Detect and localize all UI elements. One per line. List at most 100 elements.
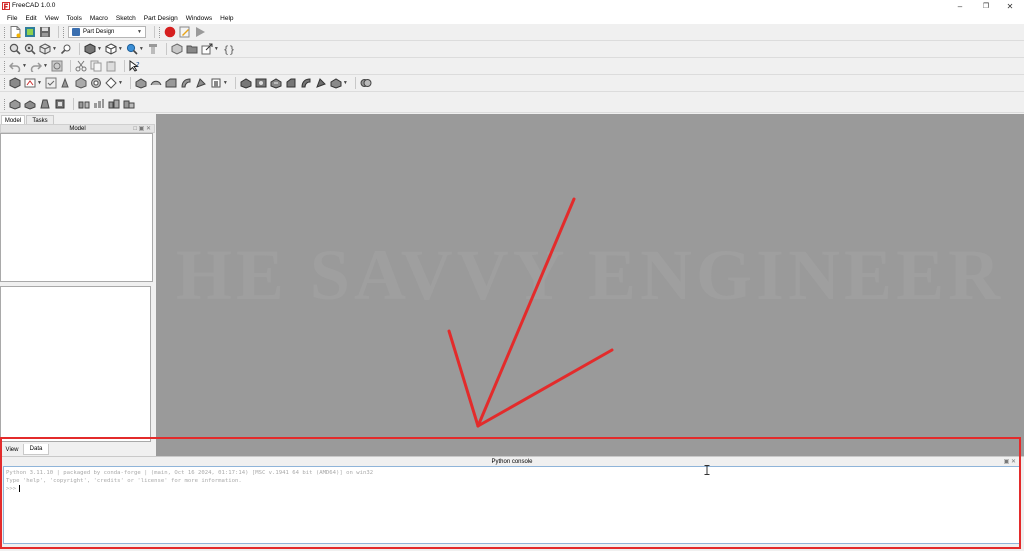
menu-view[interactable]: View	[41, 15, 63, 22]
chevron-down-icon[interactable]: ▼	[118, 80, 123, 86]
menu-tools[interactable]: Tools	[63, 15, 86, 22]
toolbar-grip[interactable]	[4, 77, 6, 89]
datum-plane-icon[interactable]	[105, 77, 117, 89]
create-body-icon[interactable]	[9, 77, 21, 89]
boolean-icon[interactable]	[360, 77, 372, 89]
whats-this-icon[interactable]: ?	[129, 60, 141, 72]
console-line: Python 3.11.10 | packaged by conda-forge…	[6, 470, 374, 476]
subshape-binder-icon[interactable]	[75, 77, 87, 89]
variable-set-icon[interactable]: {}	[222, 43, 234, 55]
sketch-icon[interactable]	[147, 43, 159, 55]
paste-icon[interactable]	[105, 60, 117, 72]
chevron-down-icon[interactable]: ▼	[22, 63, 27, 69]
part-icon[interactable]	[171, 43, 183, 55]
measure-icon[interactable]	[126, 43, 138, 55]
subtractive-primitive-icon[interactable]	[330, 77, 342, 89]
menu-part-design[interactable]: Part Design	[140, 15, 182, 22]
panel-float-close-icons[interactable]: □ ▣ ✕	[133, 125, 151, 133]
refresh-icon[interactable]	[51, 60, 63, 72]
tab-data[interactable]: Data	[23, 444, 49, 455]
toolbar-grip[interactable]	[63, 26, 65, 38]
status-bar	[0, 544, 1024, 551]
minimize-button[interactable]: –	[946, 0, 974, 12]
draw-style-icon[interactable]	[84, 43, 96, 55]
link-icon[interactable]	[201, 43, 213, 55]
menu-edit[interactable]: Edit	[21, 15, 40, 22]
fit-selection-icon[interactable]	[24, 43, 36, 55]
python-console[interactable]: Python 3.11.10 | packaged by conda-forge…	[3, 466, 1021, 544]
chevron-down-icon[interactable]: ▼	[223, 80, 228, 86]
subtractive-pipe-icon[interactable]	[300, 77, 312, 89]
close-button[interactable]: ✕	[996, 0, 1024, 12]
group-icon[interactable]	[186, 43, 198, 55]
open-icon[interactable]	[24, 26, 36, 38]
macro-edit-icon[interactable]	[179, 26, 191, 38]
chevron-down-icon[interactable]: ▼	[343, 80, 348, 86]
thickness-icon[interactable]	[54, 98, 66, 110]
pad-icon[interactable]	[135, 77, 147, 89]
pipe-icon[interactable]	[180, 77, 192, 89]
toolbar-grip[interactable]	[159, 26, 161, 38]
helix-icon[interactable]	[195, 77, 207, 89]
shape-binder-icon[interactable]	[60, 77, 72, 89]
toolbar-grip[interactable]	[4, 43, 6, 55]
property-view[interactable]	[0, 286, 151, 442]
hole-icon[interactable]	[255, 77, 267, 89]
svg-text:?: ?	[136, 61, 140, 69]
chevron-down-icon[interactable]: ▼	[97, 46, 102, 52]
multi-transform-icon[interactable]	[123, 98, 135, 110]
3d-viewport[interactable]: HE SAVVY ENGINEER	[156, 114, 1024, 456]
toolbar-grip[interactable]	[4, 60, 6, 72]
tab-view[interactable]: View	[2, 444, 22, 455]
pocket-icon[interactable]	[240, 77, 252, 89]
chevron-down-icon[interactable]: ▼	[139, 46, 144, 52]
linear-pattern-icon[interactable]	[93, 98, 105, 110]
chevron-down-icon[interactable]: ▼	[118, 46, 123, 52]
additive-primitive-icon[interactable]	[210, 77, 222, 89]
redo-icon[interactable]	[30, 60, 42, 72]
menu-file[interactable]: File	[3, 15, 21, 22]
macro-run-icon[interactable]	[194, 26, 206, 38]
chevron-down-icon[interactable]: ▼	[37, 80, 42, 86]
window-title: FreeCAD 1.0.0	[12, 2, 56, 9]
watermark-text: HE SAVVY ENGINEER	[175, 235, 1005, 315]
edit-toolbar: ▼ ▼ ?	[0, 58, 1024, 75]
groove-icon[interactable]	[270, 77, 282, 89]
new-document-icon[interactable]	[9, 26, 21, 38]
revolution-icon[interactable]	[150, 77, 162, 89]
menu-sketch[interactable]: Sketch	[112, 15, 140, 22]
fit-all-icon[interactable]	[9, 43, 21, 55]
validate-sketch-icon[interactable]	[45, 77, 57, 89]
create-sketch-icon[interactable]	[24, 77, 36, 89]
zoom-icon[interactable]	[60, 43, 72, 55]
console-title: Python console	[491, 459, 533, 465]
copy-icon[interactable]	[90, 60, 102, 72]
fillet-icon[interactable]	[9, 98, 21, 110]
loft-icon[interactable]	[165, 77, 177, 89]
view-box-icon[interactable]	[39, 43, 51, 55]
standard-views-icon[interactable]	[105, 43, 117, 55]
chamfer-icon[interactable]	[24, 98, 36, 110]
clone-icon[interactable]	[90, 77, 102, 89]
chevron-down-icon[interactable]: ▼	[43, 63, 48, 69]
restore-icon: ❐	[982, 3, 990, 10]
menu-macro[interactable]: Macro	[86, 15, 112, 22]
save-icon[interactable]	[39, 26, 51, 38]
subtractive-helix-icon[interactable]	[315, 77, 327, 89]
model-tree[interactable]	[0, 133, 153, 282]
toolbar-grip[interactable]	[4, 98, 6, 110]
draft-icon[interactable]	[39, 98, 51, 110]
chevron-down-icon[interactable]: ▼	[214, 46, 219, 52]
toolbar-grip[interactable]	[4, 26, 6, 38]
polar-pattern-icon[interactable]	[108, 98, 120, 110]
undo-icon[interactable]	[9, 60, 21, 72]
subtractive-loft-icon[interactable]	[285, 77, 297, 89]
chevron-down-icon[interactable]: ▼	[52, 46, 57, 52]
cut-icon[interactable]	[75, 60, 87, 72]
menu-help[interactable]: Help	[216, 15, 237, 22]
mirrored-icon[interactable]	[78, 98, 90, 110]
i-beam-cursor-icon	[704, 465, 710, 475]
workbench-selector[interactable]: Part Design ▼	[68, 26, 146, 38]
menu-windows[interactable]: Windows	[182, 15, 216, 22]
macro-record-icon[interactable]	[164, 26, 176, 38]
